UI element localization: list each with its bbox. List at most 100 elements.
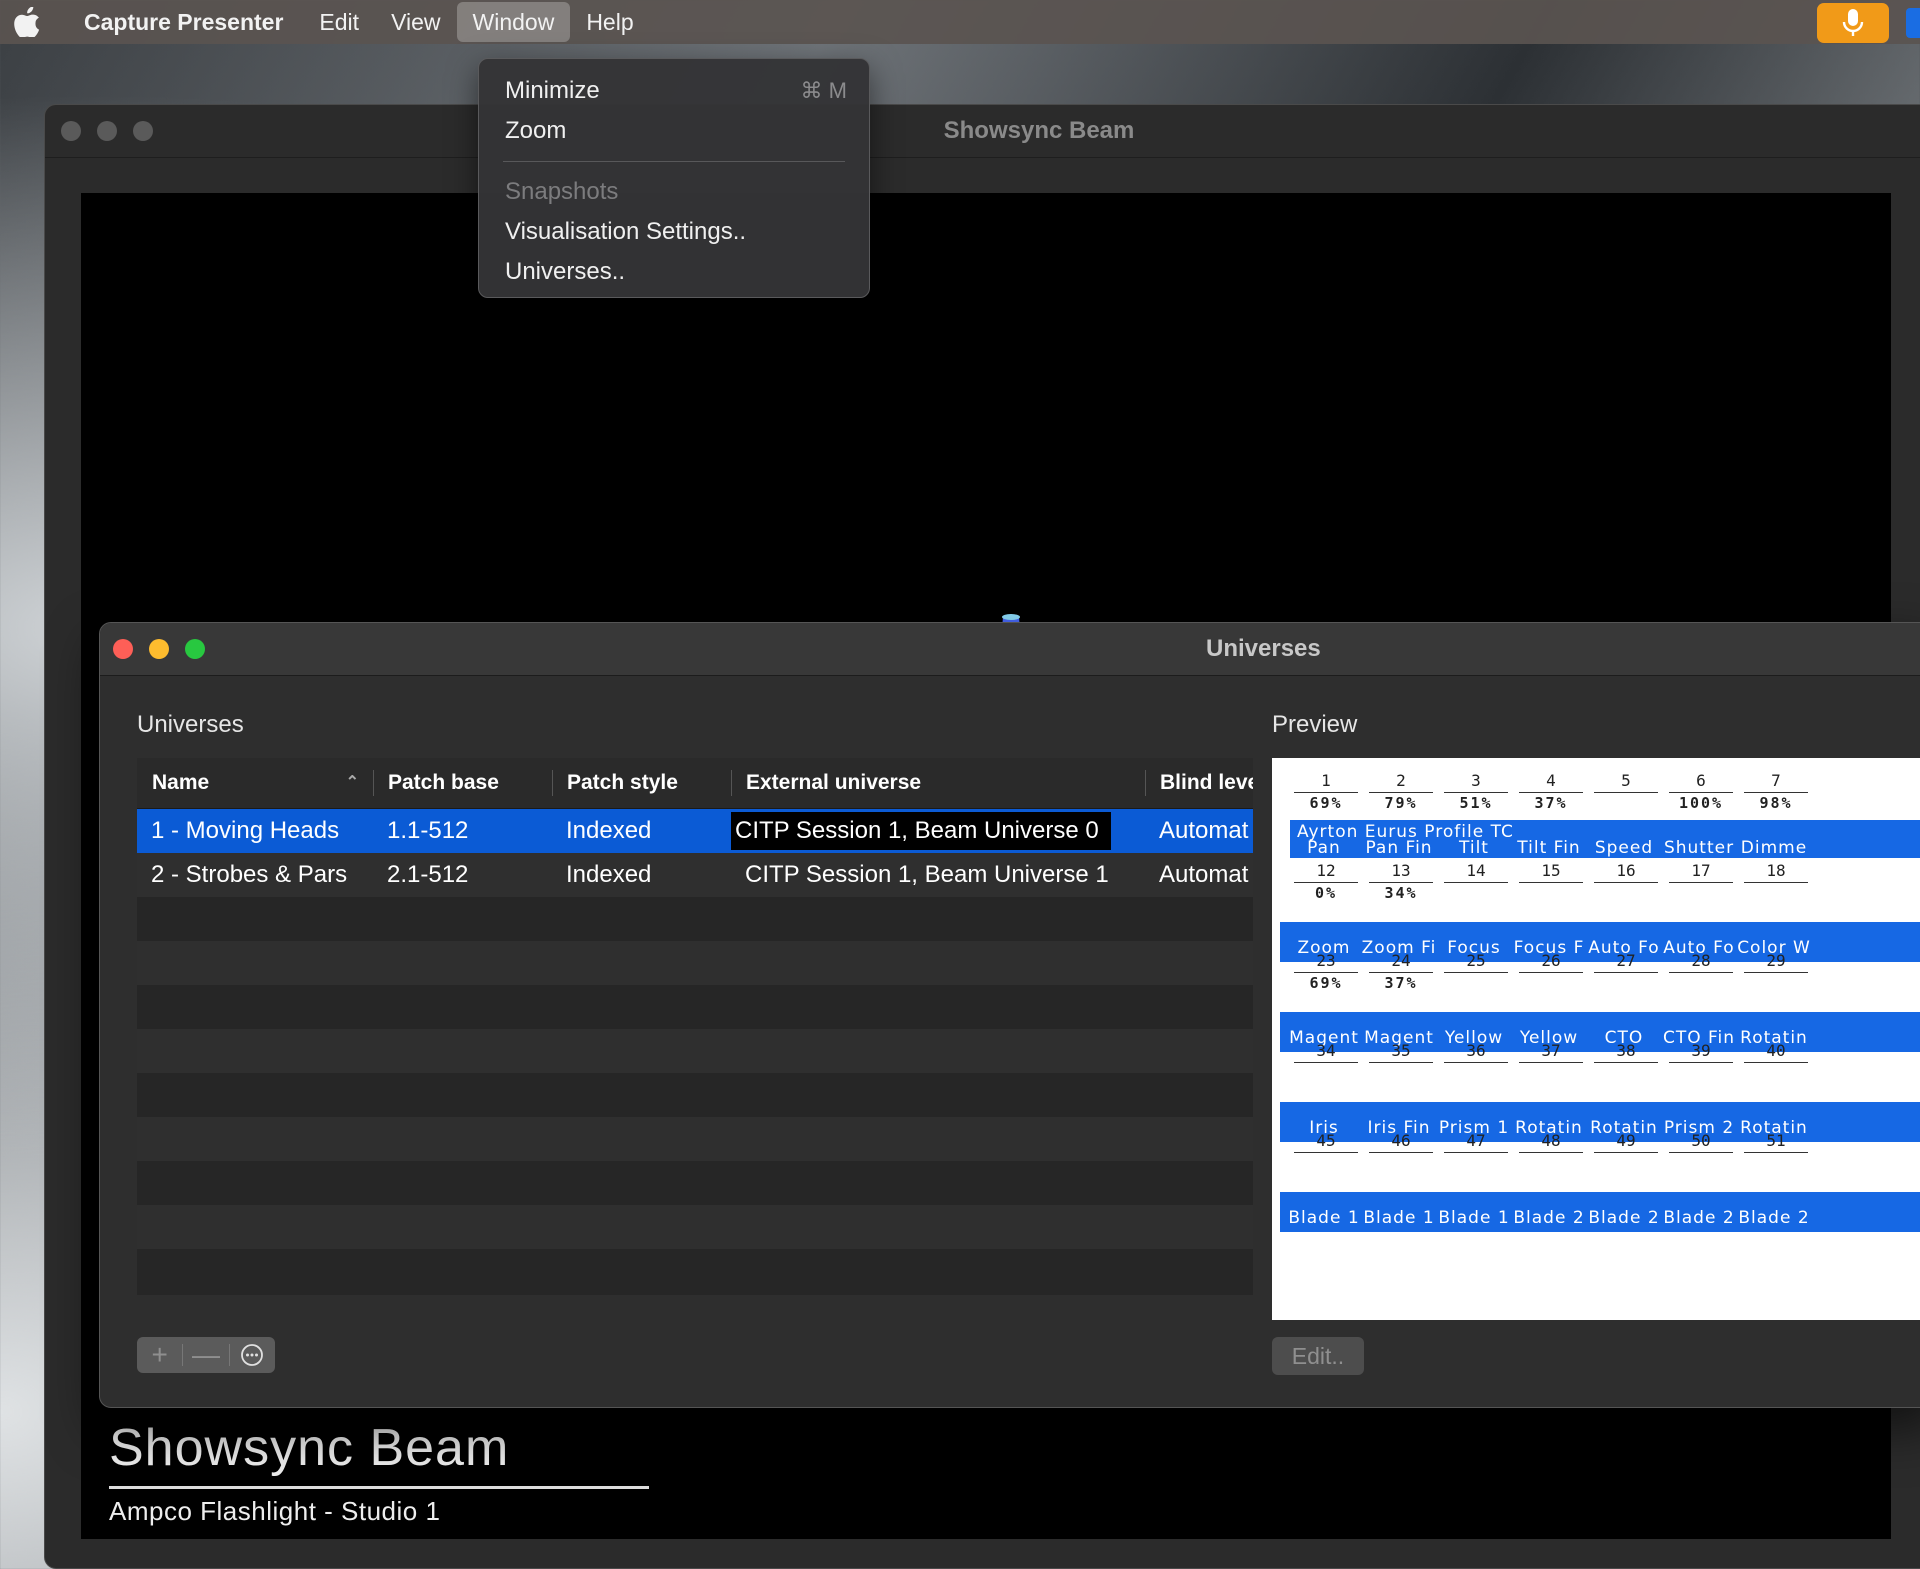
preview-channel-cell: 40 [1736, 1040, 1816, 1083]
table-row [137, 985, 1253, 1029]
preview-channel-cell: 39 [1661, 1040, 1741, 1083]
main-window-titlebar[interactable]: Showsync Beam [45, 105, 1920, 158]
preview-channel-cell: 4 37% [1511, 770, 1591, 813]
table-row [137, 1029, 1253, 1073]
caption-underline [109, 1486, 649, 1489]
cell-patch-base[interactable]: 1.1-512 [373, 809, 552, 853]
channel-value [1436, 1153, 1516, 1173]
channel-attribute-label: Tilt [1459, 838, 1489, 858]
preview-channel-cell: 49 [1586, 1130, 1666, 1173]
menu-item-zoom[interactable]: Zoom [479, 111, 869, 151]
channel-value: 51% [1459, 794, 1493, 812]
cell-external-universe[interactable]: CITP Session 1, Beam Universe 1 [731, 853, 1145, 897]
edit-button[interactable]: Edit.. [1272, 1337, 1364, 1375]
channel-number: 51 [1766, 1131, 1786, 1150]
preview-channel-cell: 28 [1661, 950, 1741, 993]
microphone-icon[interactable] [1817, 3, 1889, 43]
channel-value [1661, 1153, 1741, 1173]
menu-item-universes[interactable]: Universes.. [479, 252, 869, 292]
cell-patch-style[interactable]: Indexed [552, 809, 731, 853]
add-universe-button[interactable]: + [137, 1337, 182, 1373]
channel-number: 50 [1691, 1131, 1711, 1150]
table-row [137, 1161, 1253, 1205]
menu-help[interactable]: Help [570, 0, 649, 44]
preview-channel-cell: 17 [1661, 860, 1741, 903]
preview-channel-cell: 50 [1661, 1130, 1741, 1173]
channel-value [1436, 973, 1516, 993]
table-row[interactable]: 2 - Strobes & Pars 2.1-512 Indexed CITP Ses… [137, 853, 1253, 897]
table-row [137, 1249, 1253, 1293]
apple-logo-icon[interactable] [14, 7, 42, 37]
cell-patch-style[interactable]: Indexed [552, 853, 731, 897]
channel-value [1736, 1153, 1816, 1173]
preview-channel-cell: 3 51% [1436, 770, 1516, 813]
minimize-shortcut: ⌘ M [800, 78, 847, 103]
column-header-external-universe[interactable]: External universe [731, 758, 1145, 808]
preview-channel-cell: 25 [1436, 950, 1516, 993]
more-options-button[interactable] [230, 1337, 275, 1373]
preview-channel-cell: 15 [1511, 860, 1591, 903]
menu-view[interactable]: View [375, 0, 456, 44]
channel-number: 7 [1771, 771, 1781, 790]
channel-value [1736, 973, 1816, 993]
channel-value [1511, 1153, 1591, 1173]
cell-blind-level[interactable]: Automat [1145, 809, 1253, 853]
menu-window[interactable]: Window [456, 2, 571, 42]
channel-number: 37 [1541, 1041, 1561, 1060]
sort-ascending-icon: ⌃ [345, 774, 359, 791]
channel-number: 38 [1616, 1041, 1636, 1060]
channel-value [1511, 973, 1591, 993]
menu-item-minimize[interactable]: Minimize ⌘ M [479, 71, 869, 111]
preview-channel-cell: 45 [1286, 1130, 1366, 1173]
channel-value [1661, 1063, 1741, 1083]
preview-channel-cell: 24 37% [1361, 950, 1441, 993]
universes-section-label: Universes [137, 711, 244, 738]
preview-channel-cell: 48 [1511, 1130, 1591, 1173]
preview-channel-cell: 18 [1736, 860, 1816, 903]
cell-blind-level[interactable]: Automat [1145, 853, 1253, 897]
cell-name[interactable]: 2 - Strobes & Pars [137, 853, 373, 897]
column-header-blind-level[interactable]: Blind leve [1145, 758, 1253, 808]
preview-channel-cell: 34 [1286, 1040, 1366, 1083]
close-button[interactable] [113, 639, 133, 659]
universes-window: Universes Universes Preview Name ⌃ Patch… [99, 622, 1920, 1408]
preview-channel-cell: 27 [1586, 950, 1666, 993]
minimize-button[interactable] [149, 639, 169, 659]
menu-item-visualisation-settings[interactable]: Visualisation Settings.. [479, 212, 869, 252]
menu-bar: Capture Presenter Edit View Window Help [0, 0, 1920, 44]
status-icon[interactable] [1906, 8, 1920, 38]
channel-attribute-label: Blade 2 [1513, 1208, 1585, 1228]
menu-item-minimize-label: Minimize [505, 77, 600, 104]
channel-number: 27 [1616, 951, 1636, 970]
preview-channel-cell: 13 34% [1361, 860, 1441, 903]
menu-app-name[interactable]: Capture Presenter [76, 0, 303, 44]
channel-attribute-label: Tilt Fin [1517, 838, 1581, 858]
cell-external-universe[interactable]: CITP Session 1, Beam Universe 0 [731, 809, 1145, 853]
channel-attribute-label: Dimme [1740, 838, 1808, 858]
universes-window-titlebar[interactable]: Universes [100, 623, 1920, 676]
preview-channel-cell: 36 [1436, 1040, 1516, 1083]
menu-edit[interactable]: Edit [303, 0, 375, 44]
external-universe-field[interactable]: CITP Session 1, Beam Universe 0 [731, 812, 1111, 850]
cell-patch-base[interactable]: 2.1-512 [373, 853, 552, 897]
remove-universe-button[interactable]: — [183, 1337, 228, 1373]
column-header-name[interactable]: Name ⌃ [137, 758, 373, 808]
preview-channel-cell: 37 [1511, 1040, 1591, 1083]
zoom-button[interactable] [185, 639, 205, 659]
table-row [137, 941, 1253, 985]
channel-value [1586, 883, 1666, 903]
channel-attribute-label: Blade 2 [1738, 1208, 1810, 1228]
channel-number: 4 [1546, 771, 1556, 790]
cell-name[interactable]: 1 - Moving Heads [137, 809, 373, 853]
preview-channel-cell: 14 [1436, 860, 1516, 903]
channel-number: 35 [1391, 1041, 1411, 1060]
column-header-patch-base[interactable]: Patch base [373, 758, 552, 808]
channel-value [1511, 1063, 1591, 1083]
channel-number: 18 [1766, 861, 1786, 880]
dmx-preview-panel: 1 69% 2 79% 3 51% 4 37% 5 6 100% 7 98% Ayrton Eurus P… [1272, 758, 1920, 1320]
menu-item-snapshots: Snapshots [505, 178, 619, 205]
table-row[interactable]: 1 - Moving Heads 1.1-512 Indexed CITP Sessi… [137, 809, 1253, 853]
channel-number: 3 [1471, 771, 1481, 790]
column-header-patch-style[interactable]: Patch style [552, 758, 731, 808]
channel-value: 34% [1384, 884, 1418, 902]
